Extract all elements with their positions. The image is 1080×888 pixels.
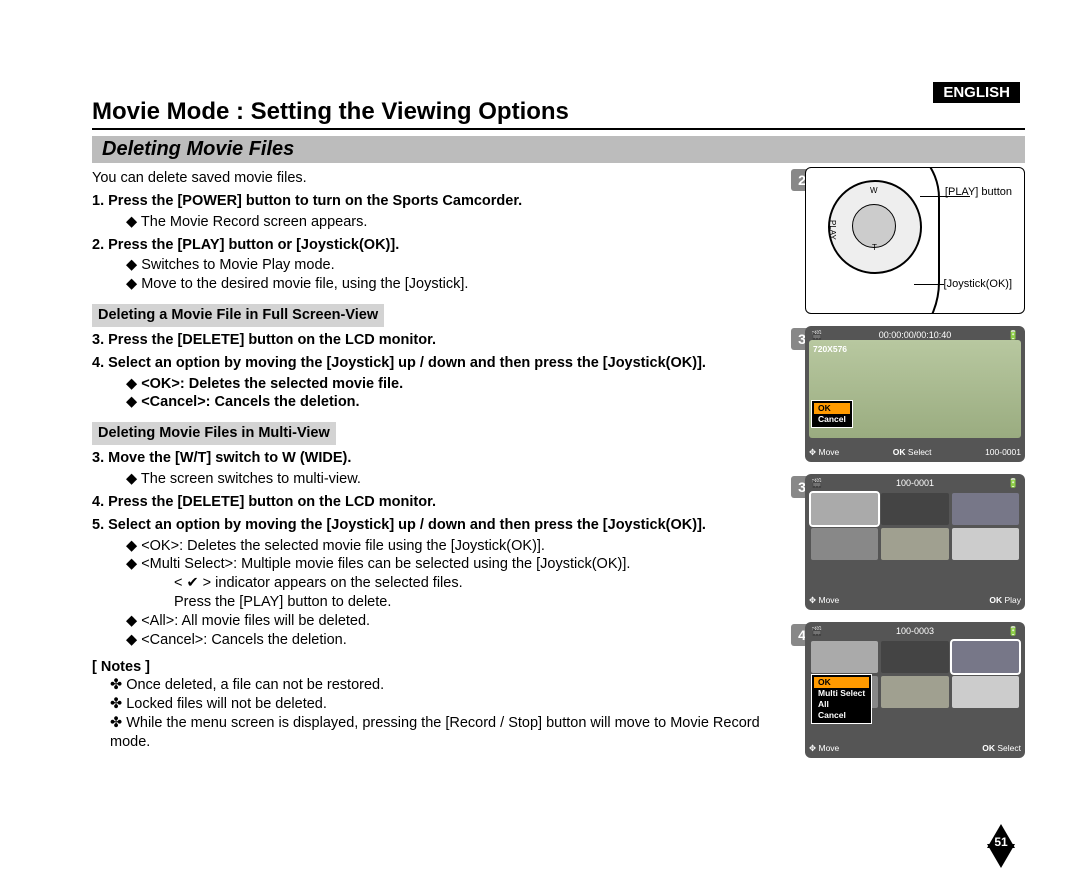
instructions-column: You can delete saved movie files. 1. Pre… <box>92 167 787 770</box>
note-3: While the menu screen is displayed, pres… <box>110 714 787 752</box>
step-a4: Select an option by moving the [Joystick… <box>108 355 706 371</box>
thumbnail <box>952 676 1019 708</box>
step-b3-sub: The screen switches to multi-view. <box>126 470 787 489</box>
movie-icon: 🎬 <box>811 478 822 489</box>
notes-header: [ Notes ] <box>92 658 787 677</box>
step-b5: Select an option by moving the [Joystick… <box>108 517 706 533</box>
section-subtitle: Deleting Movie Files <box>92 136 1025 163</box>
menu-multi-select: Multi Select <box>814 688 869 699</box>
thumbnail <box>952 641 1019 673</box>
thumbnail <box>881 528 948 560</box>
menu-cancel: Cancel <box>814 710 869 721</box>
step-b5-cancel: <Cancel>: Cancels the deletion. <box>141 632 347 648</box>
thumbnail <box>952 528 1019 560</box>
battery-icon: 🔋 <box>1008 478 1019 489</box>
file-number: 100-0003 <box>896 626 934 637</box>
thumbnail <box>811 528 878 560</box>
step-a4-ok: <OK>: Deletes the selected movie file. <box>141 376 403 392</box>
figure-3b: 3 🎬 100-0001 🔋 <box>805 474 1025 610</box>
menu-ok: OK <box>814 677 869 688</box>
figure-2: 2 W T PLAY [PLAY] button [Joystick(OK)] <box>805 167 1025 314</box>
step-b4: Press the [DELETE] button on the LCD mon… <box>108 494 436 510</box>
step-b5-ok: <OK>: Deletes the selected movie file us… <box>141 538 545 554</box>
section-header-fullscreen: Deleting a Movie File in Full Screen-Vie… <box>92 304 384 327</box>
thumbnail <box>811 493 878 525</box>
manual-page: ENGLISH Movie Mode : Setting the Viewing… <box>0 0 1080 800</box>
section-header-multiview: Deleting Movie Files in Multi-View <box>92 422 336 445</box>
note-1: Once deleted, a file can not be restored… <box>110 676 787 695</box>
figure-3a: 3 🎬 00:00:00/00:10:40 🔋 720X576 OK Cance… <box>805 326 1025 462</box>
thumbnail <box>881 676 948 708</box>
page-number-badge: 51 <box>987 844 1015 872</box>
dial-icon: W T PLAY <box>828 180 922 274</box>
thumbnail <box>952 493 1019 525</box>
menu-all: All <box>814 699 869 710</box>
thumbnail <box>811 641 878 673</box>
step-b5-multiselect: <Multi Select>: Multiple movie files can… <box>141 556 630 572</box>
movie-icon: 🎬 <box>811 626 822 637</box>
joystick-diagram: W T PLAY [PLAY] button [Joystick(OK)] <box>805 167 1025 314</box>
step-b5-indicator: < ✔ > indicator appears on the selected … <box>174 574 787 593</box>
step-b5-all: <All>: All movie files will be deleted. <box>141 613 370 629</box>
step-b5-pressplay: Press the [PLAY] button to delete. <box>174 593 787 612</box>
step-1-sub: The Movie Record screen appears. <box>126 213 787 232</box>
resolution-label: 720X576 <box>813 344 847 354</box>
language-badge: ENGLISH <box>933 82 1020 103</box>
battery-icon: 🔋 <box>1008 626 1019 637</box>
lcd-multiview: 🎬 100-0001 🔋 ✥ Move OK Play <box>805 474 1025 610</box>
thumbnail-grid <box>809 489 1021 564</box>
file-number: 100-0001 <box>985 447 1021 458</box>
figure-4: 4 🎬 100-0003 🔋 <box>805 622 1025 758</box>
joystick-ok-label: [Joystick(OK)] <box>944 278 1012 290</box>
figures-column: 2 W T PLAY [PLAY] button [Joystick(OK)] <box>805 167 1025 770</box>
lcd-multiview-menu: 🎬 100-0003 🔋 OK Multi Select <box>805 622 1025 758</box>
step-b3: Move the [W/T] switch to W (WIDE). <box>108 450 351 466</box>
menu-cancel: Cancel <box>814 414 850 425</box>
step-2-sub2: Move to the desired movie file, using th… <box>126 275 787 294</box>
thumbnail <box>881 641 948 673</box>
intro-text: You can delete saved movie files. <box>92 169 787 188</box>
page-number: 51 <box>987 835 1015 849</box>
menu-ok: OK <box>814 403 850 414</box>
step-2: Press the [PLAY] button or [Joystick(OK)… <box>108 237 399 253</box>
delete-menu: OK Multi Select All Cancel <box>811 674 872 724</box>
step-2-sub1: Switches to Movie Play mode. <box>126 256 787 275</box>
delete-menu: OK Cancel <box>811 400 853 428</box>
lcd-fullscreen: 🎬 00:00:00/00:10:40 🔋 720X576 OK Cancel … <box>805 326 1025 462</box>
step-1: Press the [POWER] button to turn on the … <box>108 193 522 209</box>
page-title: Movie Mode : Setting the Viewing Options <box>92 98 1025 130</box>
thumbnail <box>881 493 948 525</box>
step-a3: Press the [DELETE] button on the LCD mon… <box>108 332 436 348</box>
note-2: Locked files will not be deleted. <box>110 695 787 714</box>
file-number: 100-0001 <box>896 478 934 489</box>
step-a4-cancel: <Cancel>: Cancels the deletion. <box>141 394 359 410</box>
